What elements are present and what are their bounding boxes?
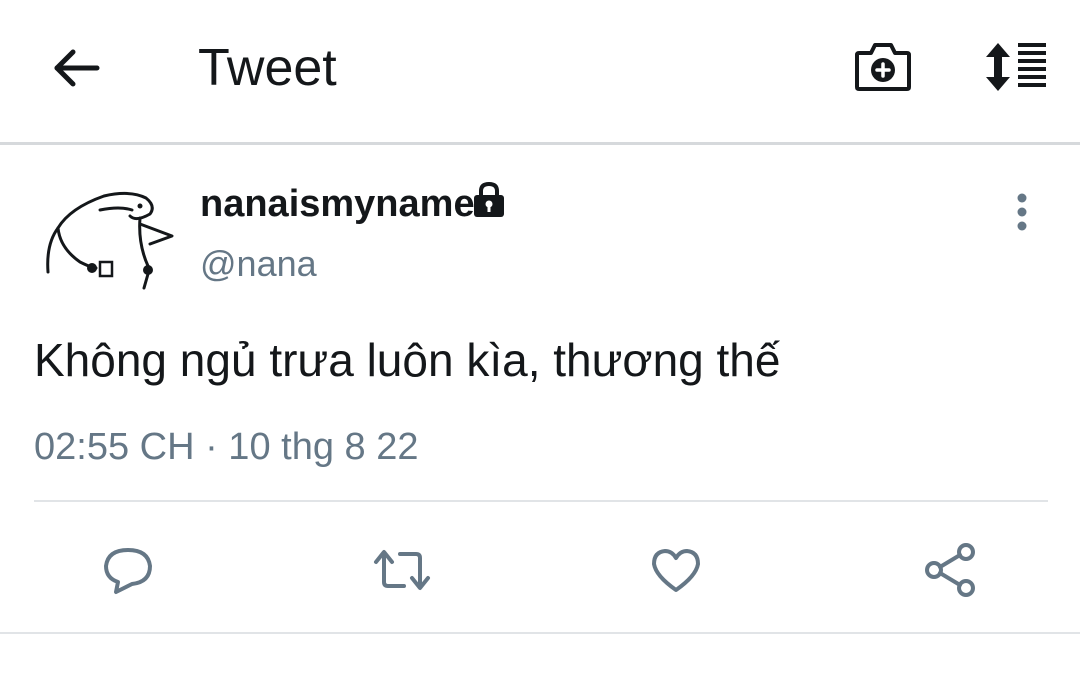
lock-icon — [469, 180, 509, 220]
page-title: Tweet — [198, 39, 337, 97]
bottom-divider — [0, 632, 1080, 634]
reply-icon — [104, 548, 152, 594]
like-button[interactable] — [644, 538, 708, 602]
avatar[interactable] — [40, 184, 180, 294]
action-bar-divider — [34, 500, 1048, 502]
tweet-timestamp[interactable]: 02:55 CH · 10 thg 8 22 — [34, 422, 418, 472]
share-icon — [925, 543, 975, 597]
more-options-button[interactable] — [1002, 190, 1042, 234]
top-app-bar: Tweet — [0, 0, 1080, 142]
sort-thread-icon — [986, 43, 1046, 91]
back-button[interactable] — [44, 40, 108, 96]
author-handle[interactable]: @nana — [200, 240, 317, 288]
arrow-left-icon — [54, 49, 100, 87]
author-display-name[interactable]: nanaismyname — [200, 180, 475, 228]
avatar-doodle — [46, 191, 174, 290]
tweet-detail-screen: Tweet nanaismyname @nana Không ngủ trưa … — [0, 0, 1080, 680]
retweet-button[interactable] — [370, 538, 434, 602]
camera-button[interactable] — [850, 36, 916, 98]
more-vertical-icon — [1017, 193, 1027, 231]
heart-icon — [652, 549, 700, 592]
camera-plus-icon — [855, 43, 911, 91]
share-button[interactable] — [918, 538, 982, 602]
reply-button[interactable] — [96, 538, 160, 602]
header-divider — [0, 142, 1080, 145]
retweet-icon — [374, 550, 430, 590]
tweet-text: Không ngủ trưa luôn kìa, thương thế — [34, 334, 781, 386]
thread-sort-button[interactable] — [974, 36, 1054, 98]
